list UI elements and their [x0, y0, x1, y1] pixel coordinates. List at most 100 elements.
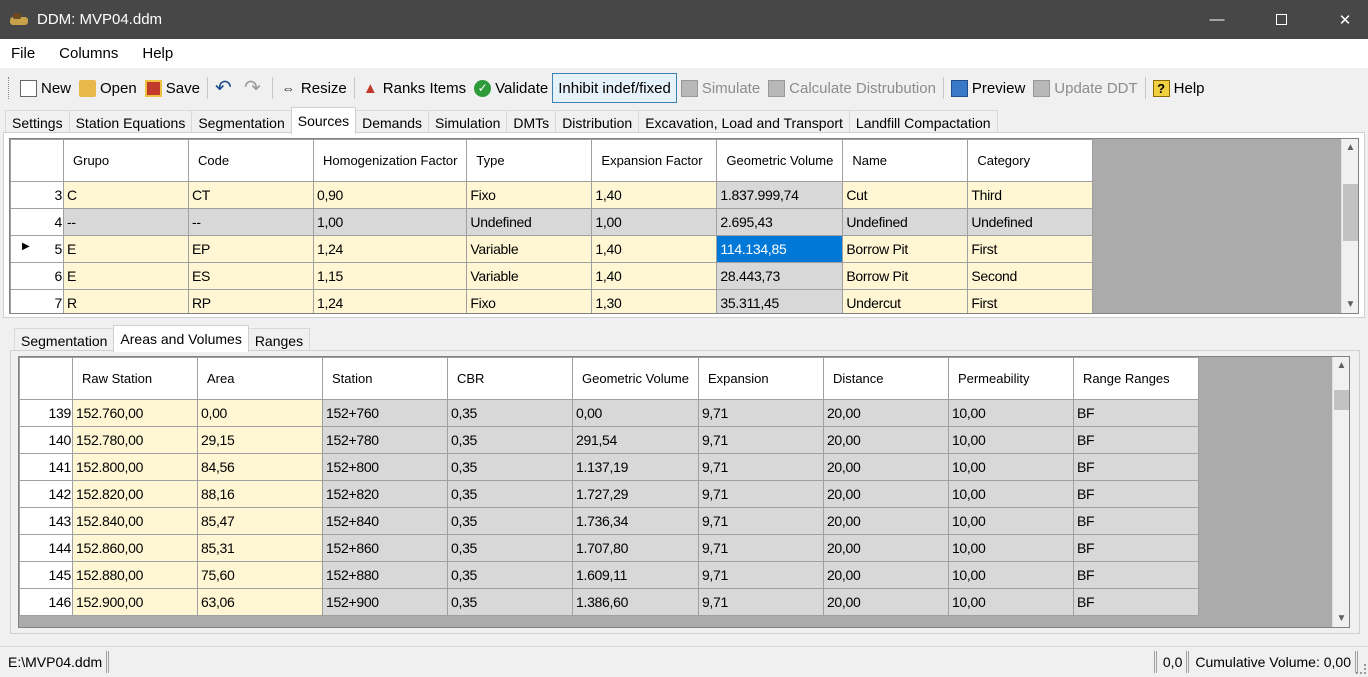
- column-header[interactable]: Code: [188, 139, 314, 182]
- row-header[interactable]: 6: [10, 262, 64, 290]
- row-header[interactable]: 145: [19, 561, 73, 589]
- redo-button[interactable]: ↷: [240, 74, 269, 102]
- inhibit-button[interactable]: Inhibit indef/fixed: [552, 73, 677, 103]
- table-cell[interactable]: E: [63, 235, 189, 263]
- column-header[interactable]: Name: [842, 139, 969, 182]
- scroll-down-icon[interactable]: ▼: [1342, 296, 1358, 313]
- grid-corner[interactable]: [19, 357, 73, 400]
- table-cell[interactable]: BF: [1072, 588, 1199, 616]
- table-row[interactable]: 146 152.900,00 63,06 152+900 0,35 1.386,60 9,7…: [19, 588, 1199, 616]
- column-header[interactable]: Permeability: [947, 357, 1074, 400]
- table-cell[interactable]: EP: [188, 235, 314, 263]
- table-cell[interactable]: 1,15: [312, 262, 468, 290]
- table-row[interactable]: 4 -- -- 1,00 Undefined 1,00 2.695,43 Undefined U…: [10, 208, 1094, 236]
- table-cell[interactable]: 9,71: [697, 453, 824, 481]
- table-cell[interactable]: BF: [1072, 453, 1199, 481]
- column-header[interactable]: Type: [466, 139, 593, 182]
- table-cell[interactable]: 152.820,00: [72, 480, 198, 508]
- table-cell[interactable]: 10,00: [947, 453, 1074, 481]
- column-header[interactable]: Area: [197, 357, 323, 400]
- table-row[interactable]: 143 152.840,00 85,47 152+840 0,35 1.736,34 9,7…: [19, 507, 1199, 535]
- table-cell[interactable]: 0,90: [312, 181, 468, 209]
- table-cell[interactable]: 10,00: [947, 426, 1074, 454]
- column-header[interactable]: Station: [322, 357, 448, 400]
- table-cell[interactable]: 85,47: [197, 507, 323, 535]
- table-cell[interactable]: 291,54: [572, 426, 699, 454]
- table-cell[interactable]: 152.900,00: [72, 588, 198, 616]
- table-cell[interactable]: R: [63, 289, 189, 313]
- column-header[interactable]: Homogenization Factor: [312, 139, 468, 182]
- table-cell[interactable]: 152.840,00: [72, 507, 198, 535]
- table-cell[interactable]: 20,00: [822, 399, 949, 427]
- table-cell[interactable]: 10,00: [947, 534, 1074, 562]
- table-cell[interactable]: 152+760: [322, 399, 448, 427]
- table-row[interactable]: 145 152.880,00 75,60 152+880 0,35 1.609,11 9,7…: [19, 561, 1199, 589]
- sources-scrollbar[interactable]: ▲ ▼: [1341, 139, 1358, 313]
- tab-sources[interactable]: Sources: [290, 107, 357, 134]
- table-cell[interactable]: 20,00: [822, 534, 949, 562]
- column-header[interactable]: Raw Station: [72, 357, 198, 400]
- table-cell[interactable]: 0,35: [447, 534, 573, 562]
- table-cell[interactable]: 152.780,00: [72, 426, 198, 454]
- scroll-up-icon[interactable]: ▲: [1333, 357, 1349, 374]
- tab-demands[interactable]: Demands: [355, 110, 430, 134]
- table-row[interactable]: ▶ 5 E EP 1,24 Variable 1,40 114.134,85 Borrow Pi…: [10, 235, 1094, 263]
- table-row[interactable]: 144 152.860,00 85,31 152+860 0,35 1.707,80 9,7…: [19, 534, 1199, 562]
- table-cell[interactable]: 35.311,45: [716, 289, 844, 313]
- open-button[interactable]: Open: [75, 74, 141, 102]
- table-cell[interactable]: 152+820: [322, 480, 448, 508]
- tab-segmentation[interactable]: Segmentation: [191, 110, 292, 134]
- table-cell[interactable]: Borrow Pit: [842, 235, 969, 263]
- table-cell[interactable]: 10,00: [947, 480, 1074, 508]
- areas-scrollbar[interactable]: ▲ ▼: [1332, 357, 1349, 627]
- toolbar-grip[interactable]: [8, 77, 10, 99]
- table-cell[interactable]: 152.860,00: [72, 534, 198, 562]
- tab-station-equations[interactable]: Station Equations: [68, 110, 193, 134]
- table-cell[interactable]: 63,06: [197, 588, 323, 616]
- preview-button[interactable]: Preview: [947, 74, 1029, 102]
- table-cell[interactable]: 88,16: [197, 480, 323, 508]
- table-cell[interactable]: Cut: [842, 181, 969, 209]
- tab-simulation[interactable]: Simulation: [428, 110, 508, 134]
- row-header[interactable]: 143: [19, 507, 73, 535]
- table-cell[interactable]: 20,00: [822, 588, 949, 616]
- menu-columns[interactable]: Columns: [59, 45, 118, 62]
- table-cell[interactable]: BF: [1072, 507, 1199, 535]
- table-cell[interactable]: First: [967, 289, 1094, 313]
- table-row[interactable]: 7 R RP 1,24 Fixo 1,30 35.311,45 Undercut First: [10, 289, 1094, 313]
- table-row[interactable]: 139 152.760,00 0,00 152+760 0,35 0,00 9,71 20,0…: [19, 399, 1199, 427]
- table-cell[interactable]: 152+860: [322, 534, 448, 562]
- column-header[interactable]: Range Ranges: [1072, 357, 1199, 400]
- column-header[interactable]: Geometric Volume: [572, 357, 699, 400]
- table-cell[interactable]: First: [967, 235, 1094, 263]
- row-header[interactable]: 142: [19, 480, 73, 508]
- table-row[interactable]: 140 152.780,00 29,15 152+780 0,35 291,54 9,71 2…: [19, 426, 1199, 454]
- table-cell[interactable]: 152.880,00: [72, 561, 198, 589]
- column-header[interactable]: Expansion Factor: [591, 139, 718, 182]
- table-cell[interactable]: 152.760,00: [72, 399, 198, 427]
- table-cell[interactable]: 0,35: [447, 561, 573, 589]
- tab-landfill-compactation[interactable]: Landfill Compactation: [848, 110, 998, 134]
- row-header[interactable]: 4: [10, 208, 64, 236]
- resize-button[interactable]: ⇔ Resize: [276, 74, 351, 102]
- table-row[interactable]: 6 E ES 1,15 Variable 1,40 28.443,73 Borrow Pit S…: [10, 262, 1094, 290]
- table-cell[interactable]: 1.386,60: [572, 588, 699, 616]
- table-cell[interactable]: Borrow Pit: [842, 262, 969, 290]
- table-cell[interactable]: 114.134,85: [716, 235, 844, 263]
- table-cell[interactable]: BF: [1072, 426, 1199, 454]
- table-cell[interactable]: 9,71: [697, 561, 824, 589]
- table-cell[interactable]: 152+900: [322, 588, 448, 616]
- table-row[interactable]: 141 152.800,00 84,56 152+800 0,35 1.137,19 9,7…: [19, 453, 1199, 481]
- table-cell[interactable]: 1,30: [591, 289, 718, 313]
- table-cell[interactable]: Undefined: [967, 208, 1094, 236]
- sources-grid[interactable]: Grupo Code Homogenization Factor Type Expans…: [9, 138, 1359, 314]
- table-cell[interactable]: 152.800,00: [72, 453, 198, 481]
- table-cell[interactable]: 1.736,34: [572, 507, 699, 535]
- validate-button[interactable]: ✓ Validate: [470, 74, 552, 102]
- table-cell[interactable]: 152+780: [322, 426, 448, 454]
- row-header[interactable]: 3: [10, 181, 64, 209]
- tab-settings[interactable]: Settings: [5, 110, 70, 134]
- simulate-button[interactable]: Simulate: [677, 74, 764, 102]
- table-cell[interactable]: Fixo: [466, 289, 593, 313]
- table-cell[interactable]: 1,40: [591, 262, 718, 290]
